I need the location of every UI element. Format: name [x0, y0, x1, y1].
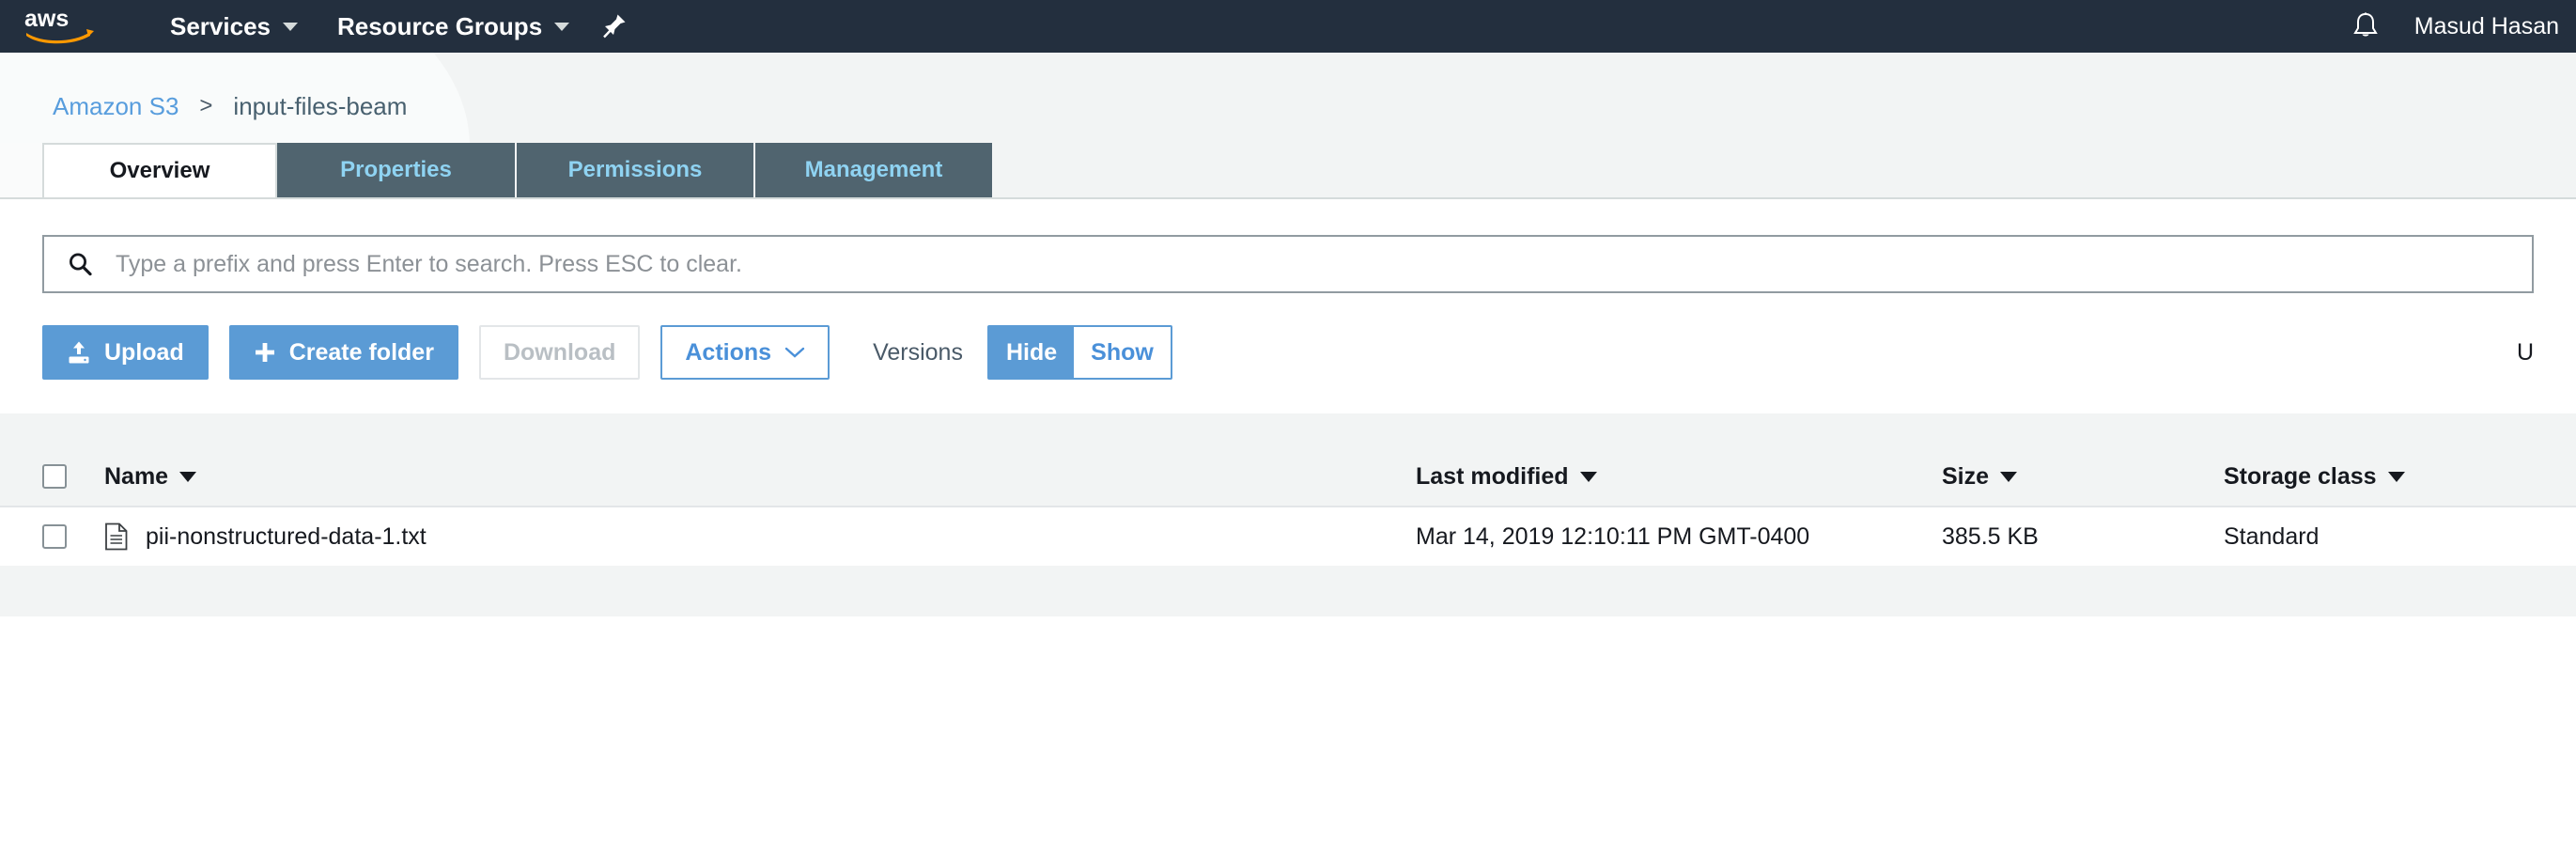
- tab-properties[interactable]: Properties: [277, 143, 517, 197]
- chevron-down-icon: [784, 347, 805, 358]
- upload-button-label: Upload: [104, 338, 184, 366]
- upload-button[interactable]: Upload: [42, 325, 209, 380]
- search-input[interactable]: [116, 237, 2532, 291]
- create-folder-button[interactable]: Create folder: [228, 325, 458, 380]
- column-header-size-label: Size: [1942, 462, 1990, 490]
- nav-services-label: Services: [170, 11, 271, 40]
- tab-list: Overview Properties Permissions Manageme…: [0, 143, 2576, 197]
- row-checkbox[interactable]: [42, 524, 67, 549]
- column-header-name-label: Name: [104, 462, 169, 490]
- versions-hide-label: Hide: [1005, 338, 1058, 366]
- row-name-cell: pii-nonstructured-data-1.txt: [104, 522, 1416, 551]
- sort-caret-icon: [1579, 471, 1597, 482]
- column-header-storage-class-label: Storage class: [2224, 462, 2377, 490]
- breadcrumb: Amazon S3 > input-files-beam: [0, 53, 2576, 143]
- search-row: [0, 235, 2576, 293]
- row-select-cell: [42, 524, 104, 549]
- top-navigation-bar: aws Services Resource Groups Masud Hasan: [0, 0, 2576, 53]
- nav-right-group: Masud Hasan: [2337, 0, 2576, 53]
- table-row[interactable]: pii-nonstructured-data-1.txt Mar 14, 201…: [0, 507, 2576, 568]
- nav-services[interactable]: Services: [150, 0, 318, 53]
- actions-dropdown-button[interactable]: Actions: [660, 325, 830, 380]
- upload-icon: [69, 341, 89, 364]
- breadcrumb-band: Amazon S3 > input-files-beam: [0, 53, 2576, 143]
- actions-button-label: Actions: [685, 338, 772, 366]
- column-header-last-modified[interactable]: Last modified: [1416, 463, 1942, 491]
- chevron-down-icon: [282, 22, 298, 31]
- tabs-bar: Overview Properties Permissions Manageme…: [0, 143, 2576, 197]
- tab-overview[interactable]: Overview: [42, 143, 277, 197]
- versions-hide-button[interactable]: Hide: [988, 327, 1075, 378]
- tab-permissions-label: Permissions: [567, 157, 703, 182]
- sort-caret-icon: [179, 471, 197, 482]
- select-all-checkbox[interactable]: [42, 464, 67, 489]
- tab-management[interactable]: Management: [755, 143, 994, 197]
- file-icon: [105, 522, 128, 551]
- search-icon: [70, 253, 92, 276]
- sort-caret-icon: [2387, 471, 2405, 482]
- versions-label: Versions: [873, 338, 963, 366]
- column-header-last-modified-label: Last modified: [1416, 462, 1569, 490]
- svg-text:aws: aws: [24, 8, 69, 32]
- tab-permissions[interactable]: Permissions: [517, 143, 755, 197]
- search-icon-wrapper: [44, 251, 116, 277]
- table-header-row: Name Last modified Size Storage class: [0, 447, 2576, 507]
- column-header-storage-class-cell: Storage class: [2224, 463, 2534, 491]
- download-button: Download: [478, 325, 641, 380]
- create-folder-button-label: Create folder: [288, 338, 434, 366]
- object-toolbar: Upload Create folder Download Actions Ve…: [0, 293, 2576, 380]
- sort-caret-icon: [2000, 471, 2018, 482]
- objects-table: Name Last modified Size Storage class pi…: [0, 413, 2576, 616]
- notifications-button[interactable]: [2337, 0, 2394, 53]
- column-header-size[interactable]: Size: [1942, 463, 2224, 491]
- versions-show-label: Show: [1091, 338, 1154, 366]
- aws-logo[interactable]: aws: [24, 8, 98, 45]
- tab-overview-label: Overview: [109, 158, 210, 183]
- search-box[interactable]: [42, 235, 2534, 293]
- breadcrumb-separator: >: [199, 93, 213, 118]
- pin-button[interactable]: [589, 0, 640, 53]
- nav-resource-groups-label: Resource Groups: [336, 11, 543, 40]
- versions-toggle-group: Hide Show: [986, 325, 1172, 380]
- row-storage-class: Standard: [2224, 522, 2320, 550]
- breadcrumb-link-amazon-s3[interactable]: Amazon S3: [53, 92, 178, 121]
- region-label-truncated: U: [2516, 338, 2534, 366]
- row-last-modified: Mar 14, 2019 12:10:11 PM GMT-0400: [1416, 522, 1810, 550]
- column-header-modified-cell: Last modified: [1416, 463, 1942, 491]
- table-footer-band: [0, 568, 2576, 616]
- chevron-down-icon: [554, 22, 570, 31]
- plus-icon: [255, 343, 274, 362]
- pin-icon: [603, 14, 626, 39]
- panel-inner: Upload Create folder Download Actions Ve…: [0, 199, 2576, 616]
- column-header-size-cell: Size: [1942, 463, 2224, 491]
- overview-panel: Upload Create folder Download Actions Ve…: [0, 197, 2576, 842]
- table-top-spacer: [0, 413, 2576, 447]
- download-button-label: Download: [503, 338, 616, 366]
- column-header-name[interactable]: Name: [104, 462, 197, 491]
- tab-properties-label: Properties: [340, 157, 452, 182]
- breadcrumb-current-bucket: input-files-beam: [233, 91, 408, 120]
- tab-management-label: Management: [804, 157, 943, 182]
- column-header-name-cell: Name: [104, 463, 1416, 491]
- user-menu[interactable]: Masud Hasan: [2394, 13, 2576, 40]
- versions-show-button[interactable]: Show: [1074, 327, 1171, 378]
- select-all-cell: [42, 464, 104, 489]
- nav-resource-groups[interactable]: Resource Groups: [318, 0, 589, 53]
- column-header-storage-class[interactable]: Storage class: [2224, 463, 2534, 491]
- row-size: 385.5 KB: [1942, 522, 2039, 550]
- row-file-name[interactable]: pii-nonstructured-data-1.txt: [146, 523, 427, 551]
- bell-icon: [2352, 12, 2378, 37]
